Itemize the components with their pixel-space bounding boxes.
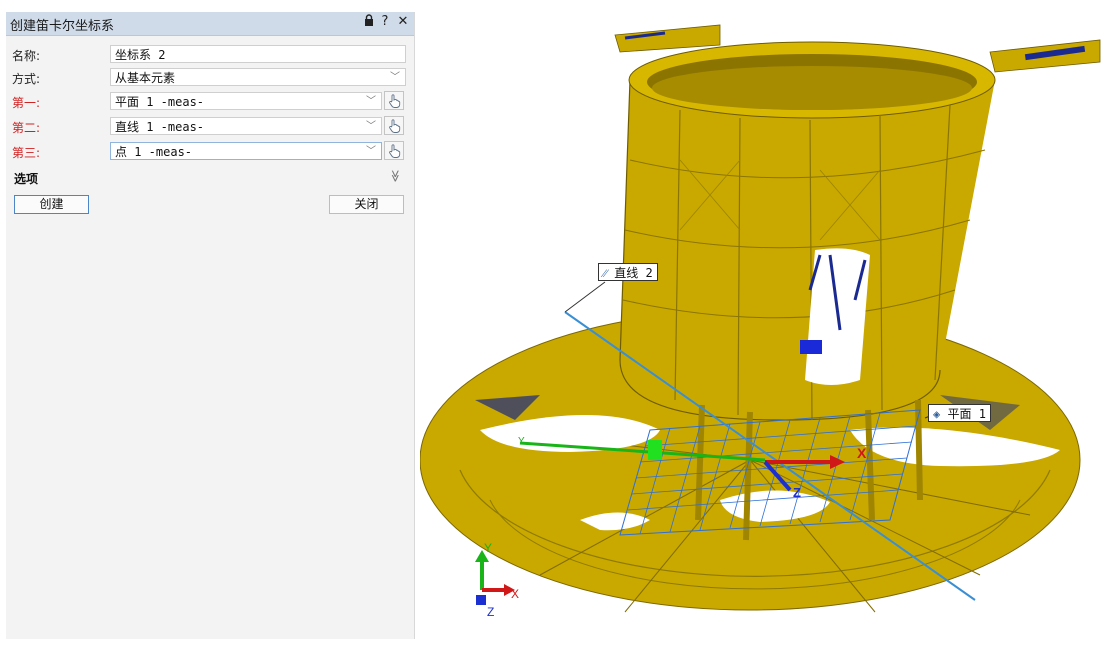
options-section-title: 选项 (14, 172, 39, 186)
name-input[interactable]: 坐标系 2 (110, 45, 406, 63)
plane-callout[interactable]: ◈ 平面 1 (928, 404, 991, 422)
close-icon[interactable]: ✕ (396, 14, 410, 29)
dialog-titlebar: 创建笛卡尔坐标系 ? ✕ (6, 12, 414, 36)
third-select[interactable]: 点 1 -meas- ﹀ (110, 142, 382, 160)
create-button[interactable]: 创建 (14, 195, 89, 214)
origin-z-label: Z (793, 485, 801, 500)
second-value: 直线 1 -meas- (115, 120, 205, 134)
pick-second-button[interactable] (384, 116, 404, 135)
close-button[interactable]: 关闭 (329, 195, 404, 214)
chevron-down-icon: ﹀ (366, 96, 376, 107)
third-label: 第三: (12, 146, 41, 160)
name-label: 名称: (12, 49, 41, 63)
pointer-hand-icon (389, 94, 401, 108)
plane-callout-label: 平面 1 (947, 407, 986, 421)
method-select[interactable]: 从基本元素 ﹀ (110, 68, 406, 86)
pointer-hand-icon (389, 119, 401, 133)
dialog-panel: 创建笛卡尔坐标系 ? ✕ 名称: 坐标系 2 方式: 从基本元素 ﹀ 第一: 平… (6, 12, 415, 639)
second-select[interactable]: 直线 1 -meas- ﹀ (110, 117, 382, 135)
lock-icon[interactable] (362, 14, 376, 30)
axis-y-label: Y (484, 541, 492, 555)
chevron-down-icon: ﹀ (390, 72, 400, 83)
help-icon[interactable]: ? (378, 14, 392, 29)
origin-x-label: X (857, 445, 867, 461)
first-row: 第一: 平面 1 -meas- ﹀ (6, 91, 414, 113)
chevron-down-icon: ﹀ (366, 146, 376, 157)
method-label: 方式: (12, 72, 41, 86)
dialog-title: 创建笛卡尔坐标系 (10, 19, 115, 34)
plane-icon: ◈ (933, 407, 941, 421)
axis-z-label: Z (487, 605, 494, 619)
first-label: 第一: (12, 96, 41, 110)
options-expand-icon[interactable]: ≫ (388, 170, 402, 183)
method-row: 方式: 从基本元素 ﹀ (6, 67, 414, 89)
axis-x-label: X (511, 587, 519, 601)
3d-viewport[interactable]: X Z Y Y X Z ⁄⁄ 直线 2 ◈ 平面 1 (420, 0, 1111, 651)
chevron-down-icon: ﹀ (366, 121, 376, 132)
first-value: 平面 1 -meas- (115, 95, 205, 109)
pointer-hand-icon (389, 144, 401, 158)
second-row: 第二: 直线 1 -meas- ﹀ (6, 116, 414, 138)
name-row: 名称: 坐标系 2 (6, 44, 414, 66)
third-row: 第三: 点 1 -meas- ﹀ (6, 141, 414, 163)
second-label: 第二: (12, 121, 41, 135)
first-select[interactable]: 平面 1 -meas- ﹀ (110, 92, 382, 110)
callout-leader-line (564, 281, 606, 313)
line-callout-label: 直线 2 (614, 266, 653, 280)
3d-model-view: X Z Y Y X Z (420, 24, 1101, 619)
third-value: 点 1 -meas- (115, 145, 193, 159)
pick-first-button[interactable] (384, 91, 404, 110)
line-icon: ⁄⁄ (603, 266, 608, 280)
origin-y-label: Y (518, 436, 525, 447)
method-value: 从基本元素 (115, 71, 176, 85)
pick-third-button[interactable] (384, 141, 404, 160)
line-callout[interactable]: ⁄⁄ 直线 2 (598, 263, 658, 281)
